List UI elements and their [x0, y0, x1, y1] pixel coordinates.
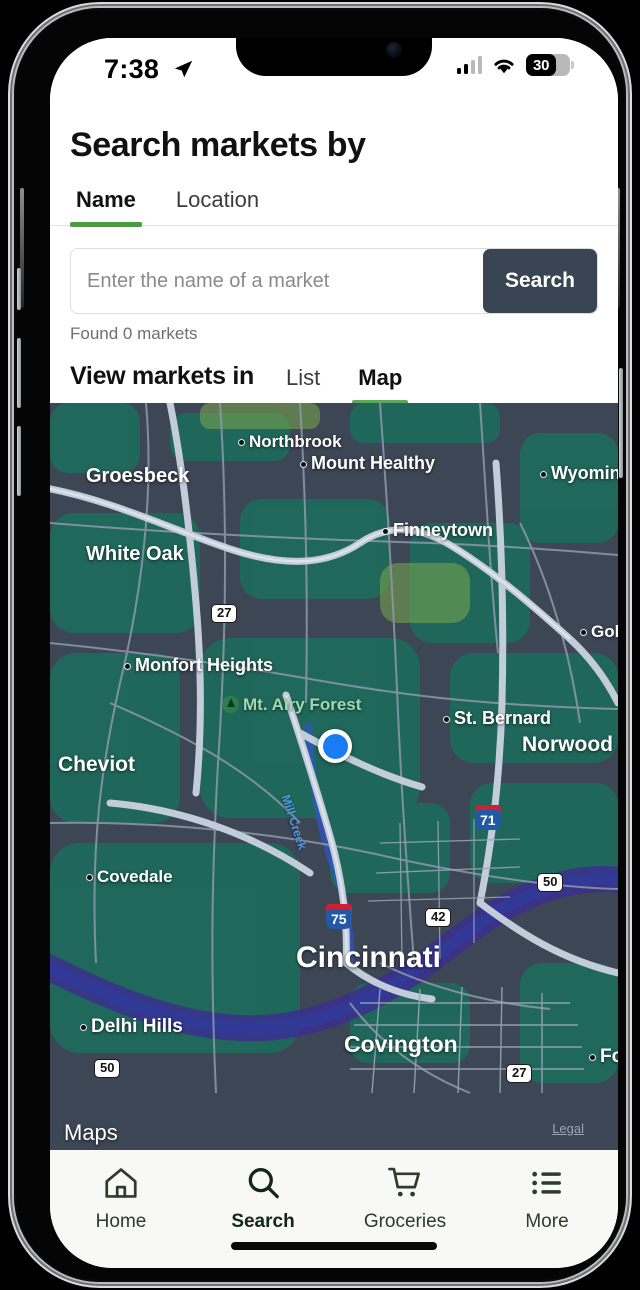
search-button[interactable]: Search	[482, 249, 597, 313]
search-bar: Search	[70, 248, 598, 314]
phone-frame: 7:38 30 Search markets by Name Location …	[14, 8, 626, 1282]
battery-percent: 30	[533, 56, 550, 74]
results-count: Found 0 markets	[70, 324, 198, 343]
nav-item-groceries[interactable]: Groceries	[334, 1164, 476, 1233]
volume-up-button[interactable]	[17, 338, 21, 408]
nav-label-search: Search	[231, 1211, 295, 1232]
nav-item-home[interactable]: Home	[50, 1164, 192, 1233]
battery-icon: 30	[526, 54, 574, 76]
list-icon	[532, 1171, 561, 1195]
road-shield-us-42: 42	[425, 908, 452, 927]
search-by-tabs: Name Location	[50, 187, 618, 227]
power-button[interactable]	[619, 368, 623, 478]
volume-down-button[interactable]	[17, 426, 21, 496]
wifi-icon	[494, 59, 514, 73]
search-input[interactable]	[71, 249, 483, 313]
map-view[interactable]: Northbrook Mount Healthy Wyomin Groesbec…	[50, 403, 618, 1150]
nav-label-home: Home	[95, 1211, 147, 1232]
view-mode-label: View markets in	[70, 362, 255, 390]
front-camera-icon	[386, 42, 402, 58]
location-arrow-icon	[174, 60, 193, 78]
page-title: Search markets by	[70, 126, 366, 164]
nav-item-search[interactable]: Search	[192, 1164, 334, 1233]
road-shield-us-27: 27	[211, 604, 238, 623]
home-icon	[105, 1168, 137, 1198]
nav-label-groceries: Groceries	[363, 1211, 447, 1232]
silent-switch[interactable]	[17, 268, 21, 310]
notch	[236, 38, 432, 76]
tab-map[interactable]: Map	[352, 365, 409, 405]
search-icon	[248, 1168, 279, 1199]
road-shield-us-50-lower: 50	[94, 1059, 121, 1078]
bottom-navigation: Home Search Groceries More	[50, 1150, 618, 1268]
view-mode-row: View markets in List Map	[50, 362, 618, 405]
tab-location[interactable]: Location	[170, 187, 265, 225]
nav-label-more: More	[525, 1211, 569, 1232]
user-location-dot	[318, 729, 352, 763]
cellular-signal-icon	[456, 56, 482, 74]
home-indicator[interactable]	[231, 1242, 437, 1250]
tree-icon	[222, 696, 239, 713]
maps-wordmark: Maps	[64, 1120, 118, 1145]
tab-name[interactable]: Name	[70, 187, 142, 227]
road-shield-us-50: 50	[537, 873, 564, 892]
status-time: 7:38	[104, 54, 160, 84]
map-legal-link[interactable]: Legal	[552, 1121, 584, 1136]
cart-icon	[388, 1167, 420, 1197]
status-bar: 7:38 30	[50, 38, 618, 100]
road-shield-i-71: 71	[475, 805, 501, 830]
status-icons: 30	[456, 54, 574, 76]
nav-item-more[interactable]: More	[476, 1164, 618, 1233]
map-park-label: Mt. Airy Forest	[222, 695, 361, 715]
phone-screen: 7:38 30 Search markets by Name Location …	[50, 38, 618, 1268]
road-shield-us-27-lower: 27	[506, 1064, 533, 1083]
road-shield-i-75: 75	[326, 904, 352, 929]
apple-maps-attribution: Maps	[62, 1120, 118, 1146]
tab-list[interactable]: List	[280, 365, 326, 403]
